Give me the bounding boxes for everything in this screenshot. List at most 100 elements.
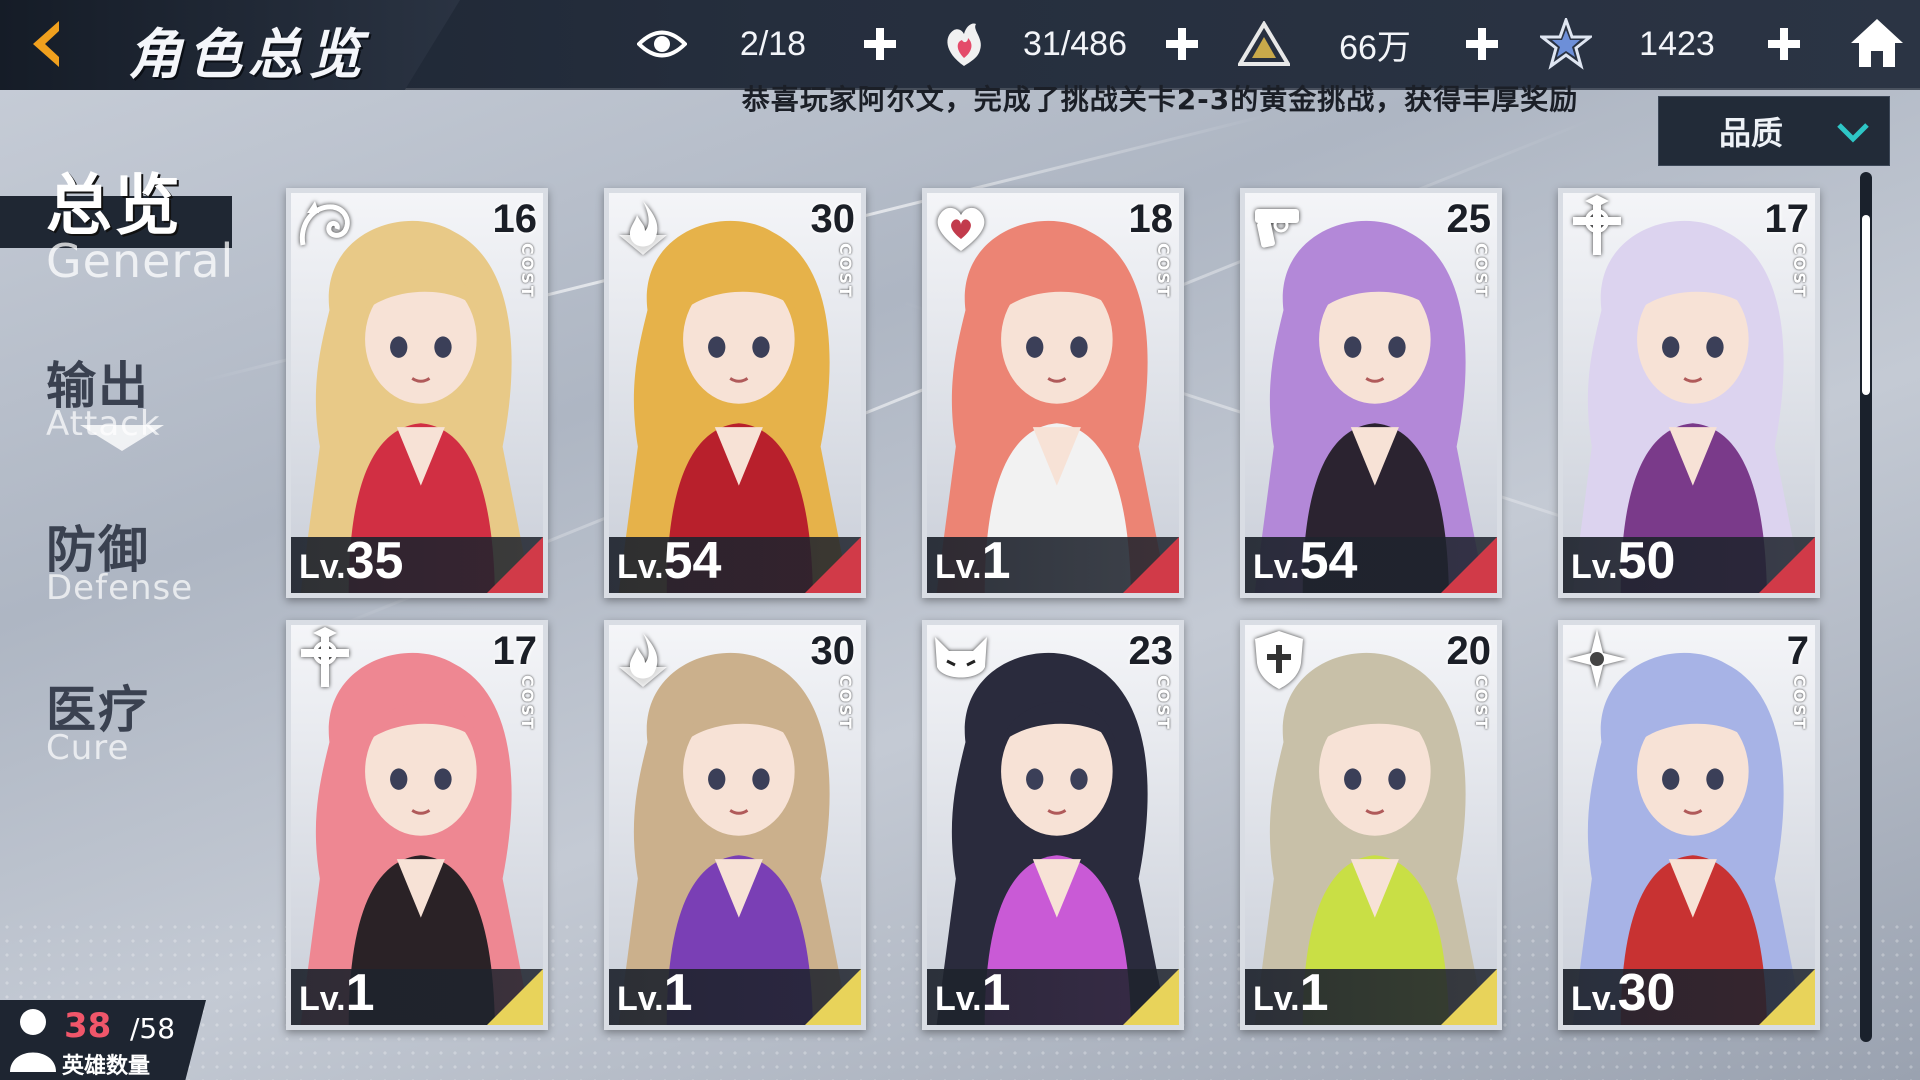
card-level: Lv.50 — [1571, 531, 1675, 591]
shuriken-class-icon — [1565, 627, 1629, 691]
level-prefix: Lv. — [617, 548, 664, 586]
level-value: 54 — [663, 532, 722, 590]
card-cost: 23 — [1128, 629, 1174, 673]
triangle-emblem-icon — [1238, 18, 1290, 70]
level-bar: Lv.54 — [609, 532, 861, 593]
eye-icon — [636, 18, 688, 70]
add-gold-button[interactable] — [1460, 22, 1504, 66]
level-value: 1 — [345, 964, 375, 1022]
card-cost: 25 — [1446, 197, 1492, 241]
level-prefix: Lv. — [1571, 548, 1618, 586]
hero-count-label: 英雄数量 — [62, 1054, 151, 1079]
add-energy-button[interactable] — [1160, 22, 1204, 66]
level-bar: Lv.35 — [291, 532, 543, 593]
resource-value: 66万 — [1339, 28, 1411, 67]
level-prefix: Lv. — [617, 980, 664, 1018]
card-cost-label: COST — [1790, 675, 1809, 731]
nav-tab-sublabel: General — [46, 234, 235, 288]
nav-tab-defense[interactable]: 防御 Defense — [46, 510, 193, 608]
resource-crystal: 1423 — [1540, 14, 1806, 74]
card-cost: 30 — [810, 197, 856, 241]
scrollbar-thumb[interactable] — [1862, 215, 1870, 395]
flame-class-icon — [611, 627, 675, 691]
resource-value: 2/18 — [739, 24, 807, 63]
character-card[interactable]: 16 COST Lv.35 — [286, 188, 548, 598]
card-cost-label: COST — [836, 243, 855, 299]
rarity-corner — [1441, 969, 1497, 1025]
nav-tab-cure[interactable]: 医疗 Cure — [46, 670, 150, 768]
card-cost-label: COST — [1154, 243, 1173, 299]
back-arrow-icon — [33, 21, 59, 67]
character-card[interactable]: 17 COST Lv.50 — [1558, 188, 1820, 598]
rarity-corner — [1123, 969, 1179, 1025]
level-value: 1 — [981, 532, 1011, 590]
rarity-corner — [1759, 969, 1815, 1025]
hero-count-max: /58 — [130, 1012, 176, 1045]
character-card[interactable]: 18 COST Lv.1 — [922, 188, 1184, 598]
cross-class-icon — [293, 627, 357, 691]
card-level: Lv.1 — [1253, 963, 1329, 1023]
resource-energy: 31/486 — [938, 14, 1204, 74]
top-bar: 角色总览 2/18 31/486 66万 1423 — [0, 0, 1920, 90]
rarity-corner — [487, 969, 543, 1025]
add-stamina-button[interactable] — [858, 22, 902, 66]
character-card[interactable]: 20 COST Lv.1 — [1240, 620, 1502, 1030]
character-card[interactable]: 17 COST Lv.1 — [286, 620, 548, 1030]
character-card[interactable]: 23 COST Lv.1 — [922, 620, 1184, 1030]
card-level: Lv.30 — [1571, 963, 1675, 1023]
card-cost: 17 — [1764, 197, 1810, 241]
character-card[interactable]: 30 COST Lv.1 — [604, 620, 866, 1030]
hero-count-panel: 38 /58 英雄数量 — [0, 1000, 206, 1080]
level-prefix: Lv. — [1571, 980, 1618, 1018]
level-prefix: Lv. — [935, 548, 982, 586]
card-cost: 30 — [810, 629, 856, 673]
sort-dropdown[interactable]: 品质 — [1658, 96, 1890, 166]
level-bar: Lv.1 — [291, 964, 543, 1025]
level-bar: Lv.1 — [609, 964, 861, 1025]
resource-value: 31/486 — [1023, 24, 1127, 63]
gun-class-icon — [1247, 195, 1311, 259]
resource-value: 1423 — [1639, 24, 1715, 63]
back-button[interactable] — [18, 12, 78, 76]
card-cost-label: COST — [1154, 675, 1173, 731]
person-icon — [10, 1009, 56, 1072]
card-cost-label: COST — [1472, 675, 1491, 731]
level-prefix: Lv. — [299, 980, 346, 1018]
level-bar: Lv.1 — [1245, 964, 1497, 1025]
nav-tab-general[interactable]: 总览 General — [46, 152, 234, 288]
hero-count-current: 38 — [64, 1006, 112, 1046]
dragon-class-icon — [293, 195, 357, 259]
level-prefix: Lv. — [935, 980, 982, 1018]
plus-icon — [1166, 28, 1198, 60]
rarity-corner — [805, 537, 861, 593]
plus-icon — [864, 28, 896, 60]
character-card[interactable]: 30 COST Lv.54 — [604, 188, 866, 598]
level-value: 1 — [1299, 964, 1329, 1022]
resource-gold: 66万 — [1238, 14, 1504, 74]
card-cost: 18 — [1128, 197, 1174, 241]
level-bar: Lv.50 — [1563, 532, 1815, 593]
plus-icon — [1466, 28, 1498, 60]
level-value: 35 — [345, 532, 404, 590]
character-card[interactable]: 7 COST Lv.30 — [1558, 620, 1820, 1030]
level-prefix: Lv. — [1253, 548, 1300, 586]
page-title: 角色总览 — [128, 22, 368, 86]
broadcast-notice: 恭喜玩家阿尔文，完成了挑战关卡2-3的黄金挑战，获得丰厚奖励 — [741, 83, 1579, 116]
card-cost: 20 — [1446, 629, 1492, 673]
character-card[interactable]: 25 COST Lv.54 — [1240, 188, 1502, 598]
level-prefix: Lv. — [1253, 980, 1300, 1018]
cross-class-icon — [1565, 195, 1629, 259]
rarity-corner — [1759, 537, 1815, 593]
add-crystal-button[interactable] — [1762, 22, 1806, 66]
level-bar: Lv.1 — [927, 964, 1179, 1025]
level-value: 1 — [981, 964, 1011, 1022]
nav-divider-arrow — [80, 425, 164, 451]
card-cost-label: COST — [1472, 243, 1491, 299]
resource-stamina: 2/18 — [636, 14, 902, 74]
level-bar: Lv.1 — [927, 532, 1179, 593]
card-cost: 17 — [492, 629, 538, 673]
card-cost-label: COST — [518, 243, 537, 299]
heart-class-icon — [929, 195, 993, 259]
home-button[interactable] — [1844, 10, 1910, 76]
level-value: 50 — [1617, 532, 1676, 590]
